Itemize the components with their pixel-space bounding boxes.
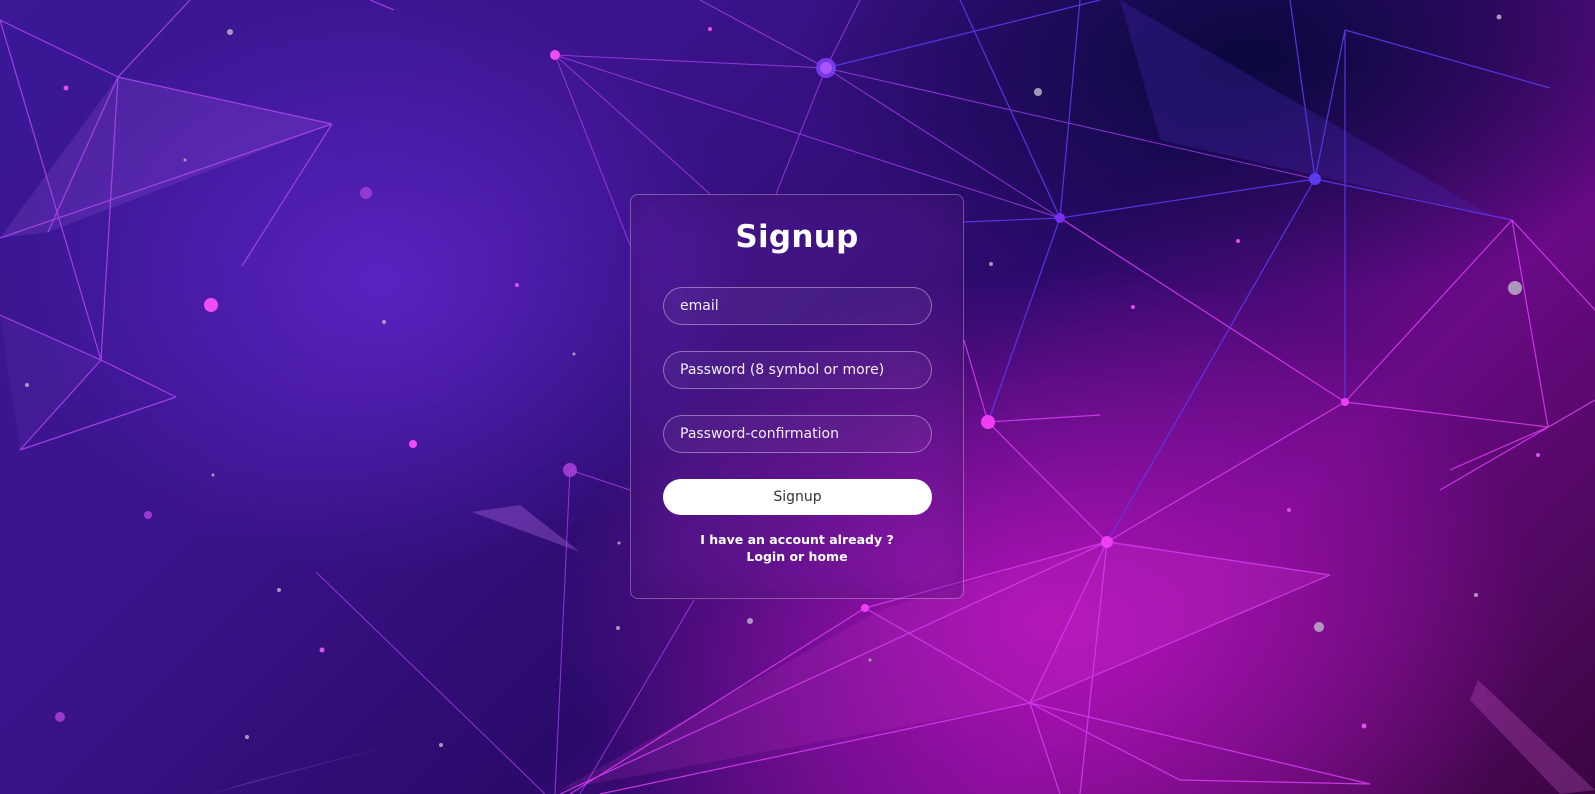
password-input[interactable] [663, 351, 932, 389]
password-confirmation-input[interactable] [663, 415, 932, 453]
page-background: Signup Signup I have an account already … [0, 0, 1595, 794]
account-prompt: I have an account already ? Login or hom… [631, 531, 963, 565]
email-input[interactable] [663, 287, 932, 325]
signup-title: Signup [735, 219, 859, 255]
signup-card: Signup Signup I have an account already … [630, 194, 964, 599]
login-or-home-link[interactable]: Login or home [746, 549, 847, 564]
have-account-link[interactable]: I have an account already ? [700, 532, 893, 547]
signup-button[interactable]: Signup [663, 479, 932, 515]
